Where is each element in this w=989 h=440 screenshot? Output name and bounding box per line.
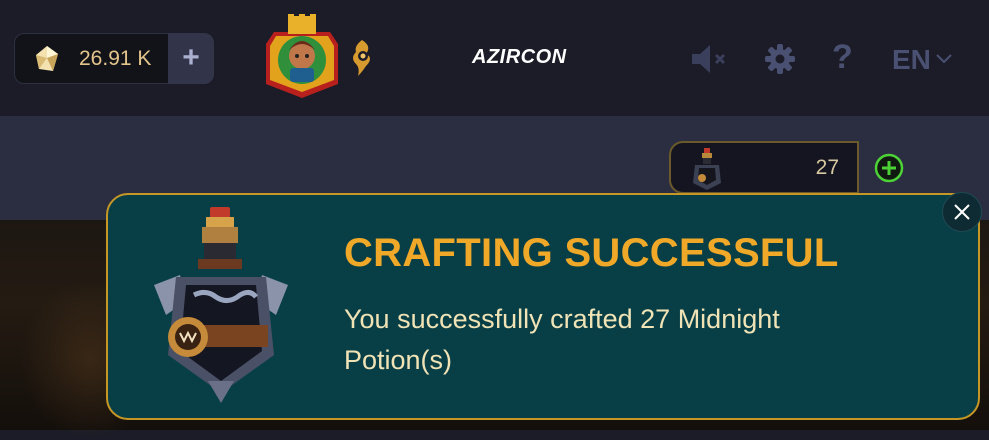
language-selector[interactable]: EN bbox=[892, 44, 952, 76]
currency-balance: 26.91 K + bbox=[14, 33, 214, 84]
help-button[interactable]: ? bbox=[832, 38, 853, 77]
dialog-title: CRAFTING SUCCESSFUL bbox=[344, 231, 839, 275]
crafting-success-dialog: CRAFTING SUCCESSFUL You successfully cra… bbox=[106, 193, 980, 420]
close-icon bbox=[954, 204, 970, 220]
buy-currency-button[interactable]: + bbox=[168, 33, 214, 84]
close-dialog-button[interactable] bbox=[942, 192, 982, 232]
chevron-down-icon bbox=[936, 54, 952, 64]
top-bar: 26.91 K + AZIRCON ? EN bbox=[0, 0, 989, 116]
potion-count: 27 bbox=[815, 156, 839, 179]
crystal-gem-icon bbox=[36, 46, 58, 71]
gear-icon[interactable] bbox=[764, 43, 796, 75]
dialog-message: You successfully crafted 27 Midnight Pot… bbox=[344, 304, 780, 375]
username[interactable]: AZIRCON bbox=[472, 46, 567, 69]
player-avatar[interactable] bbox=[262, 14, 342, 100]
sound-muted-icon[interactable] bbox=[690, 43, 730, 75]
guild-emblem-icon[interactable] bbox=[348, 38, 376, 78]
midnight-potion-icon bbox=[154, 207, 288, 403]
plus-circle-icon[interactable] bbox=[874, 153, 904, 183]
potion-inventory: 27 bbox=[669, 141, 859, 194]
midnight-potion-icon bbox=[693, 148, 721, 190]
currency-amount: 26.91 K bbox=[79, 47, 152, 70]
language-label: EN bbox=[892, 44, 931, 75]
